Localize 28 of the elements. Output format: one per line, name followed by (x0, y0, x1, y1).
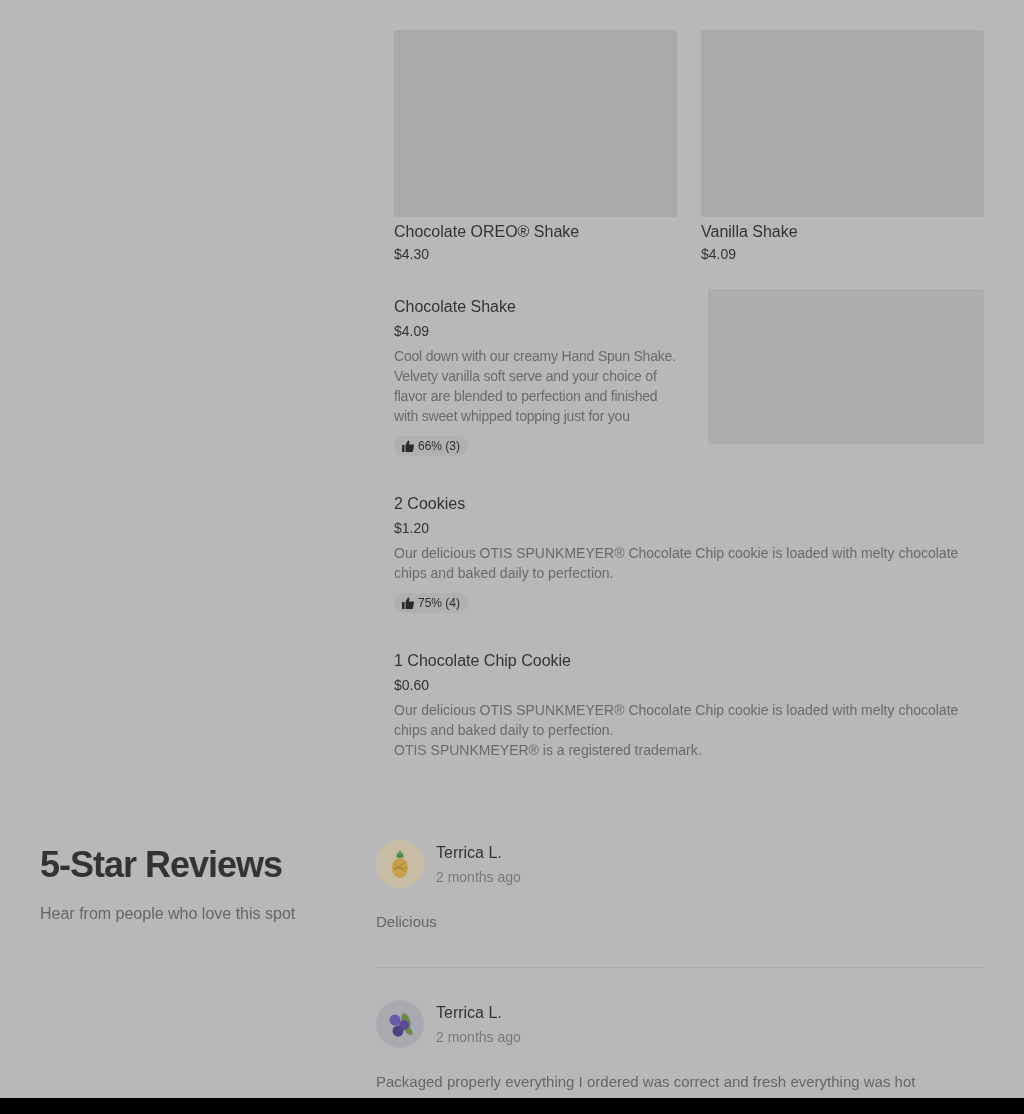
review-time: 2 months ago (436, 1027, 521, 1047)
review-text: Packaged properly everything I ordered was correct and fresh everything was hot (376, 1072, 917, 1092)
item-description: Our delicious OTIS SPUNKMEYER® Chocolate Chip cookie is loaded with melty chocolate chips and baked daily to perfection. (394, 544, 960, 583)
reviewer-name: Terrica L. (436, 842, 503, 863)
item-price: $1.20 (394, 519, 431, 537)
thumbs-up-icon (402, 440, 414, 452)
section-title: 5-Star Reviews (40, 843, 284, 887)
reviewer-name: Terrica L. (436, 1002, 503, 1023)
item-price: $4.09 (701, 245, 738, 263)
item-name: Vanilla Shake (701, 222, 799, 242)
blueberries-avatar-icon (376, 1000, 424, 1048)
item-description: Cool down with our creamy Hand Spun Shake. Velvety vanilla soft serve and your choice of flavor are blended to perfection and finished with sweet whipped topping just for you (394, 347, 677, 426)
item-name: 1 Chocolate Chip Cookie (394, 651, 572, 671)
rating-badge: 66% (3) (394, 436, 469, 456)
item-price: $4.09 (394, 322, 431, 340)
pineapple-avatar-icon (376, 840, 424, 888)
item-price: $0.60 (394, 676, 431, 694)
item-name: Chocolate OREO® Shake (394, 222, 581, 242)
item-name: Chocolate Shake (394, 297, 517, 317)
thumbs-up-icon (402, 597, 414, 609)
review-text: Delicious (376, 912, 438, 932)
item-price: $4.30 (394, 245, 431, 263)
item-name: 2 Cookies (394, 494, 467, 514)
section-subtitle: Hear from people who love this spot (40, 905, 297, 923)
item-description: OTIS SPUNKMEYER® is a registered trademark. (394, 741, 703, 760)
review-time: 2 months ago (436, 867, 521, 887)
rating-badge: 75% (4) (394, 593, 469, 613)
item-description: Our delicious OTIS SPUNKMEYER® Chocolate Chip cookie is loaded with melty chocolate chips and baked daily to perfection. (394, 701, 960, 740)
